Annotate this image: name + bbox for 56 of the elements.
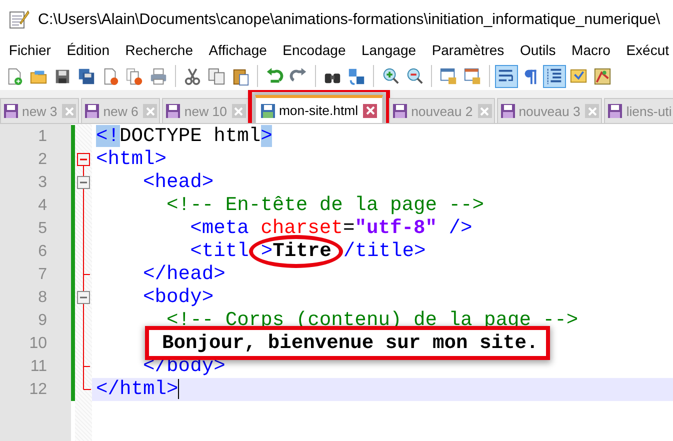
menu-item[interactable]: Paramètres (424, 42, 512, 58)
tab-label: nouveau 2 (411, 104, 473, 118)
menu-item[interactable]: Outils (512, 42, 564, 58)
line-number: 9 (37, 311, 48, 331)
close-icon[interactable] (363, 104, 378, 118)
menu-item[interactable]: Macro (564, 42, 618, 58)
code-text: <head> (142, 171, 214, 193)
menu-item[interactable]: Affichage (200, 42, 275, 58)
tab-label: liens-uti (626, 104, 672, 118)
tab-label: nouveau 3 (518, 104, 580, 118)
tab-label: mon-site.html (278, 103, 358, 118)
fold-toggle-icon[interactable] (77, 153, 90, 166)
code-text: > (260, 125, 272, 147)
line-number: 2 (37, 150, 48, 170)
tab-label: new 3 (22, 104, 58, 118)
word-wrap-icon[interactable] (495, 64, 518, 88)
line-number: 3 (37, 173, 48, 193)
code-text: /title> (343, 240, 426, 262)
line-number: 4 (37, 196, 48, 216)
line-number: 7 (37, 265, 48, 285)
code-comment: <!-- En-tête de la page --> (166, 194, 484, 216)
line-number: 5 (37, 219, 48, 239)
menu-item[interactable]: Exécut (618, 42, 673, 58)
menu-item[interactable]: Langage (354, 42, 424, 58)
code-text: <titl (189, 240, 249, 262)
code-text: <meta (189, 217, 250, 239)
menu-item[interactable]: Fichier (1, 42, 59, 58)
code-text: /> (448, 217, 472, 239)
annotated-code-text: Bonjour, bienvenue sur mon site. (145, 326, 550, 360)
menu-item[interactable]: Édition (58, 42, 118, 58)
code-text: <html> (96, 148, 167, 170)
line-number: 12 (28, 380, 48, 400)
tab-label: new 10 (184, 104, 227, 118)
window-title: C:\Users\Alain\Documents\canope\animations-formations\initiation_informatique_numerique\ (38, 10, 660, 28)
code-text: DOCTYPE html (120, 125, 261, 147)
code-text: > (260, 240, 273, 262)
tab-label: new 6 (103, 104, 138, 118)
menu-item[interactable]: Encodage (274, 42, 354, 58)
code-text: "utf-8" (354, 217, 438, 239)
line-number: 6 (37, 242, 48, 262)
line-number: 11 (29, 357, 48, 377)
fold-toggle-icon[interactable] (77, 291, 90, 304)
line-number: 8 (37, 288, 48, 308)
menu-item[interactable]: Recherche (117, 42, 201, 58)
indent-guide-icon[interactable] (543, 64, 566, 88)
code-text: </head> (142, 263, 226, 285)
notepad-icon (8, 8, 30, 30)
code-text: charset (260, 217, 343, 239)
line-number: 10 (28, 334, 48, 354)
code-text: Titre (272, 240, 332, 262)
fold-toggle-icon[interactable] (77, 176, 90, 189)
code-text: </html> (96, 378, 178, 400)
line-number: 1 (37, 127, 48, 147)
code-text: <body> (142, 286, 214, 308)
code-text: = (342, 217, 355, 239)
code-text: <! (96, 125, 120, 147)
